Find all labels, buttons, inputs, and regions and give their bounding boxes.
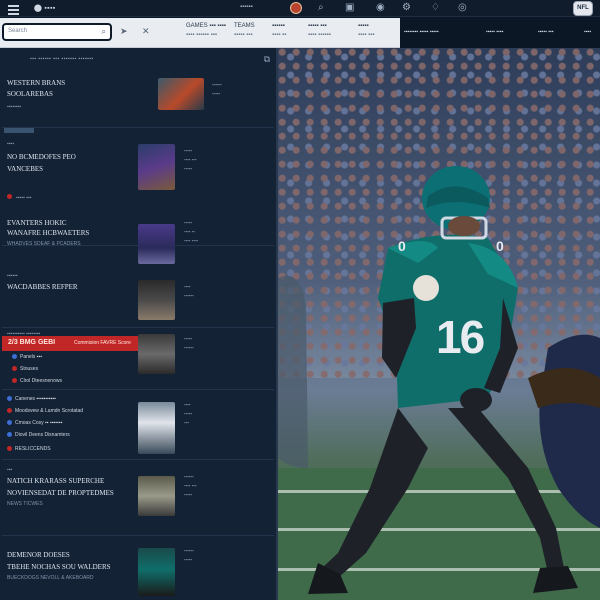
nav-item-3[interactable]: ▪▪▪▪▪▪ ▪▪▪▪ ▪▪ — [272, 22, 286, 40]
dot-icon — [7, 432, 12, 438]
bell-icon[interactable]: ♢ — [431, 3, 440, 13]
jersey-number: 16 — [436, 311, 485, 363]
news-thumbnail — [158, 78, 204, 110]
news-sidebar: ▪▪▪ ▪▪▪▪▪▪ ▪▪▪ ▪▪▪▪▪▪▪ ▪▪▪▪▪▪▪ ⧉ WESTERN… — [0, 48, 278, 600]
news-thumbnail — [138, 476, 175, 516]
list-item[interactable]: Canenes ▪▪▪▪▪▪▪▪▪▪▪ — [7, 396, 56, 402]
news-row[interactable]: ▪▪▪▪▪▪▪▪▪▪ ▪▪▪▪▪▪▪▪ 2/3 BMG GEBI Commisi… — [2, 328, 274, 390]
stats-icon[interactable]: ◉ — [376, 3, 385, 13]
list-item[interactable]: Panels ▪▪▪ — [12, 354, 42, 360]
list-item[interactable]: Diovil Deens Disnamters — [7, 432, 70, 438]
row-divider-tag — [4, 128, 34, 133]
team-logo-icon[interactable] — [290, 2, 302, 14]
dark-nav-item-active[interactable]: ▪▪▪▪▪▪▪▪ ▪▪▪▪▪ ▪▪▪▪▪ — [404, 29, 439, 35]
news-meta: ▪▪▪ — [7, 467, 13, 473]
list-item[interactable]: RESLICCENDS — [7, 446, 51, 452]
news-title: NO BCMEDOFES PEO — [7, 153, 76, 161]
news-thumbnail — [138, 548, 175, 596]
news-row[interactable]: DEMENOR DOESES TBEHE NOCHAS SOU WALDERS … — [2, 538, 274, 598]
news-row[interactable]: EVANTERS HOKIC WANAFRE HCBWAETERS WHADVE… — [2, 216, 274, 272]
sub-navigation: Search ⌕ ➤ ✕ GAMES ▪▪▪ ▪▪▪▪ ▪▪▪▪ ▪▪▪▪▪▪ ▪… — [0, 18, 600, 48]
list-item[interactable]: Stouses — [12, 366, 38, 372]
news-thumbnail — [138, 144, 175, 190]
top-link[interactable]: ▪▪▪▪▪▪ — [240, 4, 253, 10]
news-meta: ▪▪▪▪▪ ▪▪▪ — [16, 195, 32, 201]
news-side-meta: ▪▪▪▪▪ ▪▪▪▪ ▪▪ ▪▪▪▪ ▪▪▪▪ — [184, 220, 199, 243]
news-side-meta: ▪▪▪▪▪ ▪▪▪▪ ▪▪▪ ▪▪▪▪▪ — [184, 148, 197, 171]
brand-label: ⬤ ▪▪▪▪ — [34, 5, 56, 12]
dot-icon — [12, 378, 17, 384]
list-item[interactable]: Moodsvew & Lamdn Scrotatad — [7, 408, 83, 414]
news-side-meta: ▪▪▪▪▪ ▪▪▪▪▪▪ — [184, 336, 194, 350]
league-logo-icon[interactable]: NFL — [573, 1, 593, 16]
news-thumbnail — [138, 334, 175, 374]
nav-item-games[interactable]: GAMES ▪▪▪ ▪▪▪▪ ▪▪▪▪ ▪▪▪▪▪▪ ▪▪▪ — [186, 22, 226, 40]
jersey-number-sleeve: 0 — [398, 238, 406, 254]
dot-icon — [7, 408, 12, 414]
search-input[interactable]: Search ⌕ — [2, 23, 112, 41]
dark-nav-item[interactable]: ▪▪▪▪▪ ▪▪▪ — [538, 29, 554, 35]
breaking-label: 2/3 BMG GEBI — [8, 339, 56, 346]
news-title: WESTERN BRANS — [7, 79, 66, 87]
search-icon[interactable]: ⌕ — [318, 3, 324, 13]
jersey-number-sleeve: 0 — [496, 238, 504, 254]
news-thumbnail — [138, 402, 175, 454]
hero-image: 16 0 0 — [278, 48, 600, 600]
breaking-news-badge[interactable]: 2/3 BMG GEBI Commision FAVRE Score — [2, 336, 138, 351]
search-placeholder: Search — [8, 28, 28, 34]
news-row[interactable]: WESTERN BRANS SOOLAREBAS ▪▪▪▪▪▪▪▪ ▪▪▪▪▪▪… — [2, 70, 274, 128]
dot-icon — [7, 396, 12, 402]
news-side-meta: ▪▪▪▪▪▪ ▪▪▪▪▪ — [184, 548, 194, 562]
news-title: DEMENOR DOESES — [7, 551, 70, 559]
nav-icon[interactable]: ✕ — [142, 26, 150, 37]
news-meta: ▪▪▪▪▪▪▪▪ — [7, 104, 22, 110]
news-side-meta: ▪▪▪▪▪▪ ▪▪▪▪ ▪▪▪ ▪▪▪▪▪ — [184, 474, 197, 497]
user-icon[interactable]: ▣ — [345, 3, 354, 13]
news-row[interactable]: Canenes ▪▪▪▪▪▪▪▪▪▪▪ Moodsvew & Lamdn Scr… — [2, 390, 274, 460]
breaking-sub: Commision FAVRE Score — [74, 340, 131, 346]
top-bar: ⬤ ▪▪▪▪ ▪▪▪▪▪▪ ⌕ ▣ ◉ ⚙ ♢ ◎ NFL — [0, 0, 600, 17]
news-row[interactable]: ▪▪▪ NATICH KRARASS SUPERCHE NOVIENSEDAT … — [2, 462, 274, 536]
league-logo-label: NFL — [577, 5, 589, 11]
news-side-meta: ▪▪▪▪▪▪ ▪▪▪▪▪ — [212, 82, 222, 96]
list-item[interactable]: Cmoas Cosy ▪▪ ▪▪▪▪▪▪▪ — [7, 420, 62, 426]
nav-item-teams[interactable]: TEAMS ▪▪▪▪▪ ▪▪▪ — [234, 22, 255, 40]
dark-nav-item[interactable]: ▪▪▪▪▪ ▪▪▪▪ — [486, 29, 503, 35]
dark-nav-section: ▪▪▪▪▪▪▪▪ ▪▪▪▪▪ ▪▪▪▪▪ ▪▪▪▪▪ ▪▪▪▪ ▪▪▪▪▪ ▪▪… — [400, 18, 600, 48]
news-title: WANAFRE HCBWAETERS — [7, 229, 90, 237]
news-title: NOVIENSEDAT DE PROPTEDMES — [7, 489, 114, 497]
news-meta: ▪▪▪▪ — [7, 141, 15, 147]
news-meta: ▪▪▪▪▪▪ — [7, 273, 18, 279]
news-side-meta: ▪▪▪▪ ▪▪▪▪▪▪ — [184, 284, 194, 298]
news-title: TBEHE NOCHAS SOU WALDERS — [7, 563, 111, 571]
news-title: SOOLAREBAS — [7, 90, 53, 98]
panel-header-label: ▪▪▪ ▪▪▪▪▪▪ ▪▪▪ ▪▪▪▪▪▪▪ ▪▪▪▪▪▪▪ — [30, 56, 94, 62]
news-title: NATICH KRARASS SUPERCHE — [7, 477, 105, 485]
news-meta: BUECKDOGS NEVOLL & AKEBOARD — [7, 575, 94, 581]
gear-icon[interactable]: ⚙ — [402, 3, 411, 13]
news-meta: WHADVES SDEAF & PCADERS — [7, 241, 81, 247]
dot-icon — [12, 366, 17, 372]
flag-icon — [7, 194, 12, 199]
panel-header: ▪▪▪ ▪▪▪▪▪▪ ▪▪▪ ▪▪▪▪▪▪▪ ▪▪▪▪▪▪▪ ⧉ — [0, 54, 276, 68]
magnifier-icon[interactable]: ⌕ — [102, 27, 106, 37]
dot-icon — [12, 354, 17, 360]
hamburger-menu-icon[interactable] — [8, 3, 19, 15]
chat-icon[interactable]: ◎ — [458, 3, 467, 13]
news-row[interactable]: ▪▪▪▪▪▪ WACDABBES REFPER ▪▪▪▪ ▪▪▪▪▪▪ — [2, 273, 274, 328]
nav-icon[interactable]: ➤ — [120, 26, 128, 37]
dot-icon — [7, 420, 12, 426]
news-side-meta: ▪▪▪▪ ▪▪▪▪▪ ▪▪▪ — [184, 402, 192, 425]
news-thumbnail — [138, 224, 175, 264]
news-title: VANCEBES — [7, 165, 44, 173]
expand-icon[interactable]: ⧉ — [264, 54, 270, 65]
news-meta: NEWS TICWES — [7, 501, 43, 507]
news-title: WACDABBES REFPER — [7, 283, 78, 291]
dark-nav-item[interactable]: ▪▪▪▪ — [584, 29, 591, 35]
news-thumbnail — [138, 280, 175, 320]
list-item[interactable]: Clrol Dteesnenows — [12, 378, 62, 384]
dot-icon — [7, 446, 12, 452]
nav-item-4[interactable]: ▪▪▪▪▪ ▪▪▪ ▪▪▪▪ ▪▪▪▪▪▪ — [308, 22, 331, 40]
nav-item-5[interactable]: ▪▪▪▪▪ ▪▪▪▪ ▪▪▪ — [358, 22, 375, 40]
